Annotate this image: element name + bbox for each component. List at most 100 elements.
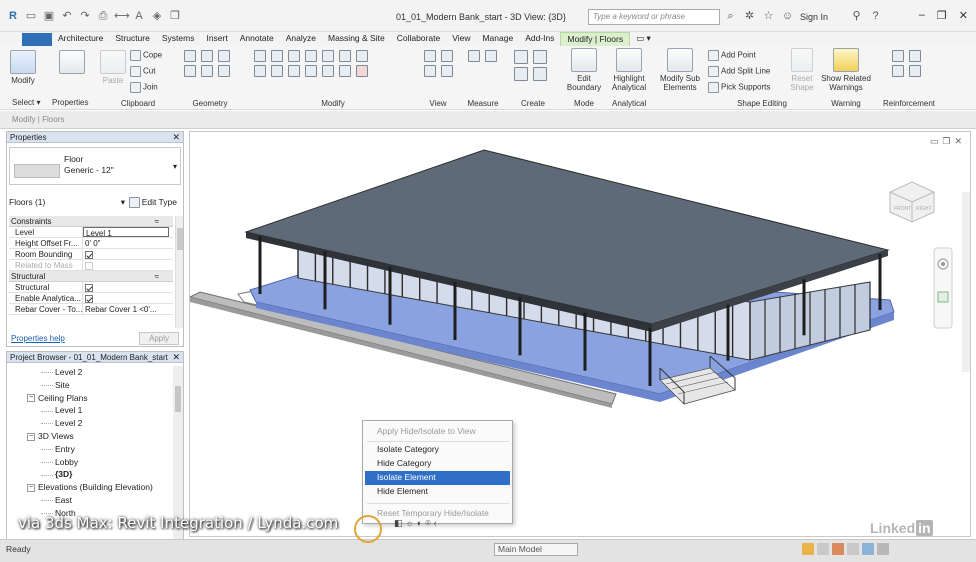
join-button[interactable]: Join bbox=[130, 82, 158, 93]
modify-sub-elements-button[interactable]: Modify Sub Elements bbox=[654, 48, 706, 92]
hide-isolate-icon[interactable]: ⌾ bbox=[425, 518, 430, 529]
collapse-toggle-icon[interactable]: − bbox=[27, 432, 35, 441]
delete-icon[interactable] bbox=[356, 65, 368, 77]
redo-icon[interactable]: ↷ bbox=[78, 9, 92, 23]
help-icon[interactable]: ? bbox=[869, 10, 882, 23]
tab-architecture[interactable]: Architecture bbox=[0, 32, 109, 46]
scroll-left-icon[interactable]: ‹ bbox=[434, 518, 437, 529]
ribbon-options-icon[interactable]: ▭ ▾ bbox=[630, 32, 657, 46]
instance-count[interactable]: Floors (1) bbox=[9, 197, 45, 207]
mirror-axis-icon[interactable] bbox=[288, 50, 300, 62]
tab-annotate[interactable]: Annotate bbox=[234, 32, 280, 46]
move-icon[interactable] bbox=[254, 65, 266, 77]
height-offset-field[interactable]: 0' 0" bbox=[83, 238, 173, 248]
tab-insert[interactable]: Insert bbox=[200, 32, 233, 46]
subscription-icon[interactable]: ✲ bbox=[743, 10, 756, 23]
type-selector[interactable]: Floor Generic - 12" ▾ bbox=[9, 147, 181, 185]
section-structural[interactable]: Structural ≈ bbox=[9, 271, 173, 282]
fabric-icon[interactable] bbox=[909, 65, 921, 77]
sun-path-icon[interactable]: ☼ bbox=[406, 518, 414, 529]
close-icon[interactable]: ✕ bbox=[959, 9, 968, 22]
restore-view-icon[interactable]: ❐ bbox=[942, 136, 950, 147]
tab-massing-site[interactable]: Massing & Site bbox=[322, 32, 391, 46]
copy-icon[interactable] bbox=[271, 65, 283, 77]
filter-icon[interactable] bbox=[877, 543, 889, 555]
modify-button[interactable]: Modify bbox=[8, 50, 38, 85]
properties-scrollbar[interactable] bbox=[175, 216, 183, 328]
close-view-icon[interactable]: ✕ bbox=[954, 136, 962, 147]
select-by-face-icon[interactable] bbox=[847, 543, 859, 555]
favorites-icon[interactable]: ☆ bbox=[762, 10, 775, 23]
scale-icon[interactable] bbox=[339, 65, 351, 77]
linework-icon[interactable] bbox=[424, 65, 436, 77]
user-icon[interactable]: ☺ bbox=[781, 10, 794, 23]
switch-windows-icon[interactable]: ❐ bbox=[168, 9, 182, 23]
browser-item[interactable]: Level 2 bbox=[7, 417, 175, 430]
browser-item[interactable]: Level 2 bbox=[7, 366, 175, 379]
undo-icon[interactable]: ↶ bbox=[60, 9, 74, 23]
paint-brush-icon[interactable] bbox=[441, 65, 453, 77]
select-underlay-icon[interactable] bbox=[817, 543, 829, 555]
array-icon[interactable] bbox=[322, 65, 334, 77]
cut-geometry-icon[interactable] bbox=[184, 50, 196, 62]
browser-item[interactable]: −3D Views bbox=[7, 430, 175, 443]
rotate-icon[interactable] bbox=[288, 65, 300, 77]
navigation-bar[interactable] bbox=[933, 247, 953, 329]
print-icon[interactable]: ⎙ bbox=[96, 9, 110, 23]
structural-checkbox[interactable] bbox=[85, 283, 93, 292]
wall-joins-icon[interactable] bbox=[184, 65, 196, 77]
rebar-cover-field[interactable]: Rebar Cover 1 <0'... bbox=[83, 304, 173, 314]
tab-manage[interactable]: Manage bbox=[476, 32, 519, 46]
align-icon[interactable] bbox=[254, 50, 266, 62]
building-model[interactable]: FRONT RIGHT bbox=[190, 132, 971, 537]
3d-viewport[interactable]: FRONT RIGHT ▭ ❐ ✕ bbox=[189, 131, 971, 537]
trim-icon[interactable] bbox=[339, 50, 351, 62]
tab-analyze[interactable]: Analyze bbox=[280, 32, 322, 46]
cope-button[interactable]: Cope bbox=[130, 50, 162, 61]
minimize-icon[interactable]: – bbox=[919, 9, 925, 22]
browser-item[interactable]: − Ceiling Plans bbox=[7, 392, 175, 405]
properties-help-link[interactable]: Properties help bbox=[11, 334, 65, 343]
cut-button[interactable]: Cut bbox=[130, 66, 155, 77]
dimension-icon[interactable] bbox=[485, 50, 497, 62]
enable-analytical-checkbox[interactable] bbox=[85, 294, 93, 303]
save-icon[interactable]: ▣ bbox=[42, 9, 56, 23]
chevron-down-icon[interactable]: ▾ bbox=[121, 197, 125, 208]
search-input[interactable]: Type a keyword or phrase bbox=[588, 9, 720, 25]
select-dropdown[interactable]: Select ▾ bbox=[12, 98, 40, 107]
trim-extend-icon[interactable] bbox=[305, 65, 317, 77]
add-point-button[interactable]: Add Point bbox=[708, 50, 756, 61]
join-geometry-icon[interactable] bbox=[201, 50, 213, 62]
browser-item[interactable]: {3D} bbox=[7, 468, 175, 481]
hide-icon[interactable] bbox=[424, 50, 436, 62]
measure-icon[interactable]: ⟷ bbox=[114, 9, 130, 23]
level-field[interactable]: Level 1 bbox=[83, 227, 169, 237]
sign-in-link[interactable]: Sign In bbox=[800, 12, 828, 22]
isolate-category-item[interactable]: Isolate Category bbox=[377, 443, 439, 456]
create-group-icon[interactable] bbox=[514, 67, 528, 81]
hide-element-item[interactable]: Hide Element bbox=[377, 485, 428, 498]
browser-item[interactable]: Entry bbox=[7, 443, 175, 456]
room-bounding-checkbox[interactable] bbox=[85, 250, 93, 259]
tab-systems[interactable]: Systems bbox=[156, 32, 201, 46]
tab-collaborate[interactable]: Collaborate bbox=[391, 32, 446, 46]
tab-add-ins[interactable]: Add-Ins bbox=[519, 32, 560, 46]
minimize-view-icon[interactable]: ▭ bbox=[930, 136, 939, 147]
edit-type-button[interactable]: Edit Type bbox=[128, 197, 177, 209]
paint-icon[interactable] bbox=[201, 65, 213, 77]
binoculars-icon[interactable]: ⌕ bbox=[724, 10, 737, 23]
highlight-analytical-button[interactable]: Highlight Analytical bbox=[606, 48, 652, 92]
create-parts-icon[interactable] bbox=[533, 50, 547, 64]
apply-button[interactable]: Apply bbox=[139, 332, 179, 345]
properties-button[interactable] bbox=[52, 50, 92, 76]
demolish-icon[interactable] bbox=[218, 65, 230, 77]
browser-item[interactable]: East bbox=[7, 494, 175, 507]
rebar-icon[interactable] bbox=[892, 50, 904, 62]
pin-icon[interactable] bbox=[356, 50, 368, 62]
hide-category-item[interactable]: Hide Category bbox=[377, 457, 431, 470]
browser-item[interactable]: Site bbox=[7, 379, 175, 392]
select-links-icon[interactable] bbox=[802, 543, 814, 555]
open-icon[interactable]: ▭ bbox=[24, 9, 38, 23]
show-related-warnings-button[interactable]: Show Related Warnings bbox=[818, 48, 874, 92]
close-icon[interactable]: ✕ bbox=[172, 132, 180, 143]
